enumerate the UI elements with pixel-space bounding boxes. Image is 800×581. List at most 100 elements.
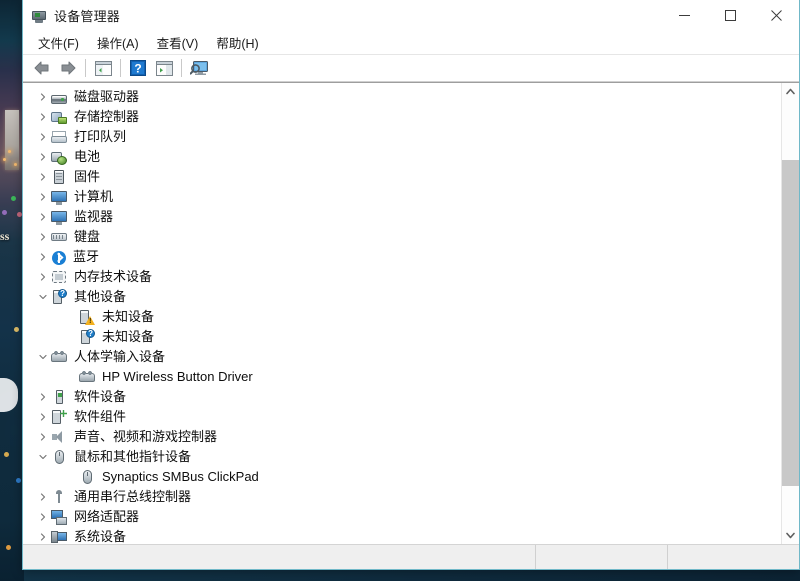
tree-item[interactable]: 存储控制器 <box>23 107 781 127</box>
chevron-right-icon[interactable] <box>35 187 51 207</box>
tree-item-label: 磁盘驱动器 <box>74 89 140 104</box>
scan-hardware-changes-icon[interactable] <box>186 56 212 80</box>
tree-item-label: 声音、视频和游戏控制器 <box>74 429 218 444</box>
tree-item-label: 其他设备 <box>74 289 127 304</box>
chevron-right-icon[interactable] <box>35 247 51 267</box>
tree-item[interactable]: 软件组件 <box>23 407 781 427</box>
tree-item-label: 固件 <box>74 169 101 184</box>
vertical-scrollbar[interactable] <box>781 83 799 544</box>
toolbar-separator <box>120 59 121 77</box>
device-tree[interactable]: 磁盘驱动器存储控制器打印队列电池固件计算机监视器键盘蓝牙 内存技术设备? 其他设备!… <box>23 83 781 544</box>
chevron-right-icon[interactable] <box>35 507 51 527</box>
tree-item-label: 存储控制器 <box>74 109 140 124</box>
tree-item[interactable]: 电池 <box>23 147 781 167</box>
toolbar: ? <box>23 54 799 82</box>
tree-item-label: 鼠标和其他指针设备 <box>74 449 192 464</box>
tree-item-label: 键盘 <box>74 229 101 244</box>
memory-technology-icon <box>51 269 67 285</box>
back-arrow-icon[interactable] <box>29 56 55 80</box>
scroll-up-icon[interactable] <box>782 83 799 100</box>
wallpaper-light <box>8 150 11 153</box>
tree-item[interactable]: 人体学输入设备 <box>23 347 781 367</box>
tree-item[interactable]: Synaptics SMBus ClickPad <box>23 467 781 487</box>
print-queue-icon <box>51 129 67 145</box>
tree-item[interactable]: 蓝牙 <box>23 247 781 267</box>
status-bar <box>23 544 799 569</box>
tree-item-label: HP Wireless Button Driver <box>102 369 253 384</box>
tree-item[interactable]: 声音、视频和游戏控制器 <box>23 427 781 447</box>
chevron-right-icon[interactable] <box>35 427 51 447</box>
chevron-right-icon[interactable] <box>35 407 51 427</box>
menu-view[interactable]: 查看(V) <box>148 31 208 55</box>
tree-item[interactable]: ! 未知设备 <box>23 307 781 327</box>
tree-item[interactable]: 计算机 <box>23 187 781 207</box>
chevron-down-icon[interactable] <box>35 447 51 467</box>
software-component-icon <box>51 409 67 425</box>
chevron-right-icon[interactable] <box>35 387 51 407</box>
tree-item[interactable]: 软件设备 <box>23 387 781 407</box>
keyboard-icon <box>51 229 67 245</box>
chevron-right-icon[interactable] <box>35 527 51 544</box>
chevron-right-icon[interactable] <box>35 487 51 507</box>
mouse-icon <box>79 469 95 485</box>
tree-item[interactable]: 键盘 <box>23 227 781 247</box>
chevron-right-icon[interactable] <box>35 127 51 147</box>
tree-item[interactable]: HP Wireless Button Driver <box>23 367 781 387</box>
tree-item-label: 系统设备 <box>74 529 127 544</box>
tree-item[interactable]: 通用串行总线控制器 <box>23 487 781 507</box>
tree-item[interactable]: 打印队列 <box>23 127 781 147</box>
menu-file[interactable]: 文件(F) <box>29 31 88 55</box>
tree-item[interactable]: 内存技术设备 <box>23 267 781 287</box>
window-title: 设备管理器 <box>54 9 121 24</box>
chevron-down-icon[interactable] <box>35 347 51 367</box>
tree-expander-none <box>63 367 79 387</box>
menu-help[interactable]: 帮助(H) <box>207 31 267 55</box>
tree-item-label: 未知设备 <box>102 329 155 344</box>
sound-video-game-icon <box>51 429 67 445</box>
wallpaper-text: ss <box>0 229 10 243</box>
other-device-icon: ? <box>51 289 67 305</box>
chevron-down-icon[interactable] <box>35 287 51 307</box>
wallpaper-dot <box>2 210 7 215</box>
chevron-right-icon[interactable] <box>35 147 51 167</box>
title-bar[interactable]: 设备管理器 <box>23 0 799 31</box>
chevron-right-icon[interactable] <box>35 167 51 187</box>
forward-arrow-icon[interactable] <box>55 56 81 80</box>
device-manager-window: 设备管理器 文件(F) 操作(A) 查看(V) 帮助(H) ? 磁盘驱动器 存储… <box>22 0 800 570</box>
chevron-right-icon[interactable] <box>35 267 51 287</box>
tree-item[interactable]: 磁盘驱动器 <box>23 87 781 107</box>
tree-item[interactable]: 监视器 <box>23 207 781 227</box>
tree-item[interactable]: 鼠标和其他指针设备 <box>23 447 781 467</box>
status-pane-2 <box>667 545 799 569</box>
tree-item[interactable]: 固件 <box>23 167 781 187</box>
chevron-right-icon[interactable] <box>35 87 51 107</box>
show-hide-console-tree-icon[interactable] <box>90 56 116 80</box>
unknown-device-warning-icon: ! <box>79 309 95 325</box>
tree-item-label: 通用串行总线控制器 <box>74 489 192 504</box>
wallpaper-dot <box>11 196 16 201</box>
close-button[interactable] <box>753 0 799 31</box>
tree-item[interactable]: ? 未知设备 <box>23 327 781 347</box>
tree-item-label: 打印队列 <box>74 129 127 144</box>
properties-icon[interactable] <box>151 56 177 80</box>
tree-item[interactable]: ? 其他设备 <box>23 287 781 307</box>
tree-item-label: 未知设备 <box>102 309 155 324</box>
scrollbar-thumb[interactable] <box>782 160 799 486</box>
tree-item[interactable]: 系统设备 <box>23 527 781 544</box>
menu-action[interactable]: 操作(A) <box>88 31 148 55</box>
toolbar-separator <box>181 59 182 77</box>
scrollbar-track[interactable] <box>782 100 799 527</box>
chevron-right-icon[interactable] <box>35 227 51 247</box>
storage-controller-icon <box>51 109 67 125</box>
disk-drive-icon <box>51 94 67 104</box>
tree-item[interactable]: 网络适配器 <box>23 507 781 527</box>
chevron-right-icon[interactable] <box>35 207 51 227</box>
minimize-button[interactable] <box>661 0 707 31</box>
scroll-down-icon[interactable] <box>782 527 799 544</box>
device-manager-icon <box>31 8 47 24</box>
help-icon[interactable]: ? <box>125 56 151 80</box>
maximize-button[interactable] <box>707 0 753 31</box>
chevron-right-icon[interactable] <box>35 107 51 127</box>
wallpaper-left-strip: ss <box>0 0 24 581</box>
tree-item-label: 计算机 <box>74 189 114 204</box>
